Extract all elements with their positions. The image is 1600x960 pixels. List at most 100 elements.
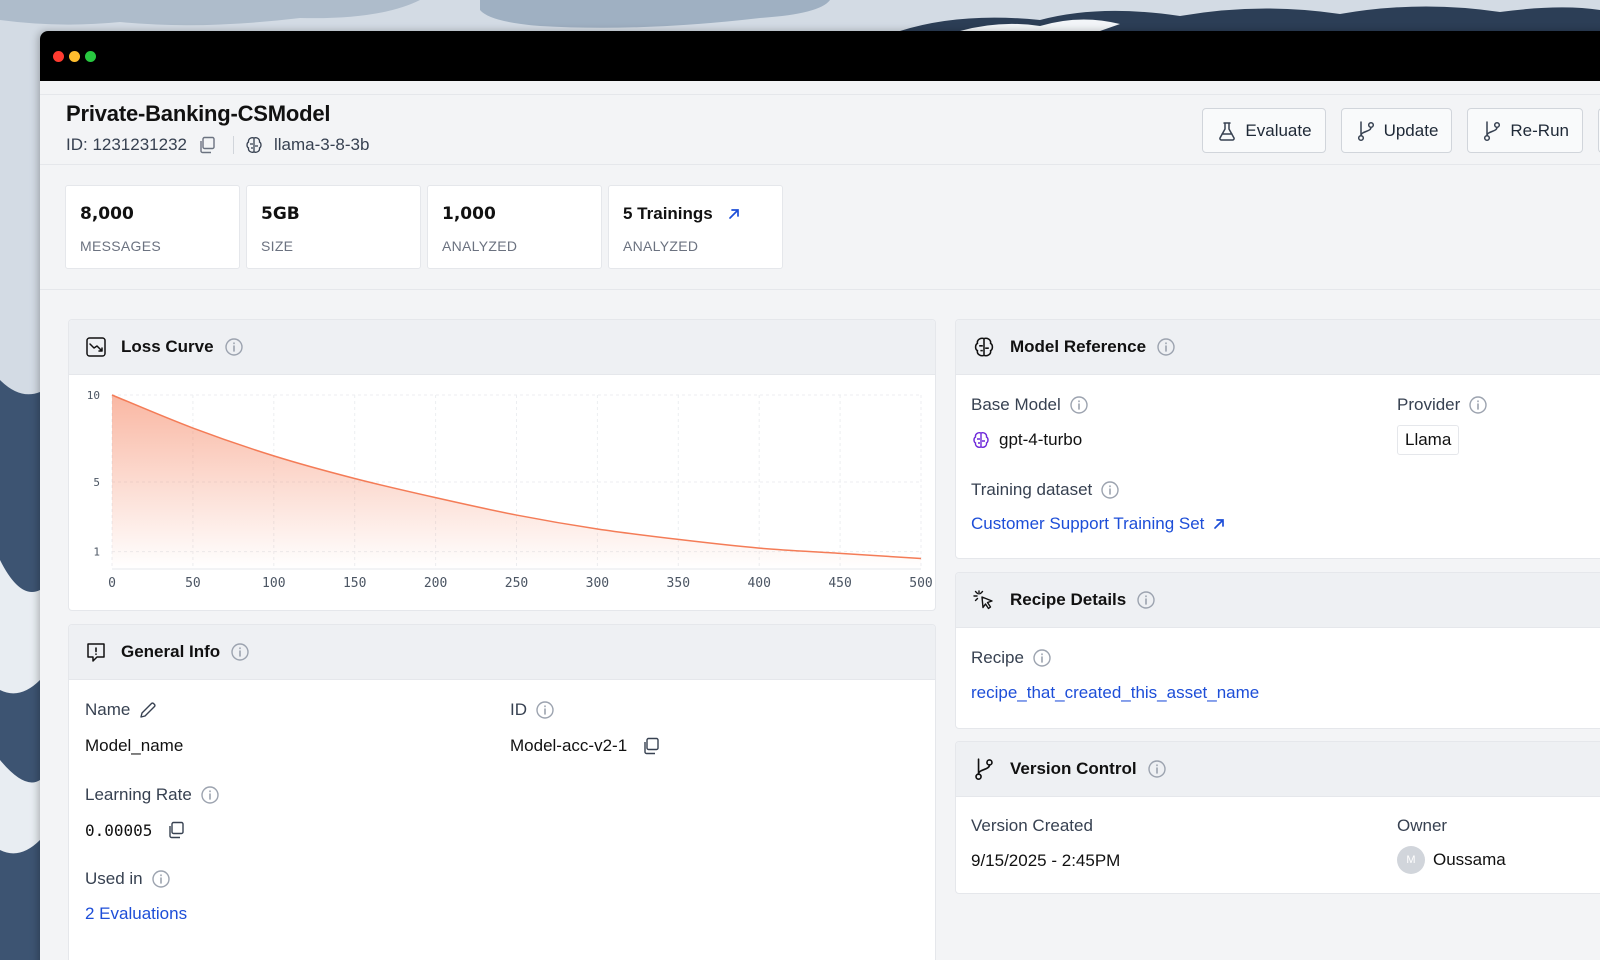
base-model-label-text: Base Model <box>971 395 1061 414</box>
recipe-details-card: Recipe Details Recipe recipe_that_create… <box>955 572 1600 729</box>
learning-rate-label: Learning Rate <box>85 785 220 805</box>
stat-value: 1,000 <box>442 204 496 224</box>
stat-card: 8,000 MESSAGES <box>65 185 240 269</box>
recipe-label: Recipe <box>971 648 1052 668</box>
y-axis-ticks: 10 5 1 <box>87 389 100 559</box>
recipe-link[interactable]: recipe_that_created_this_asset_name <box>971 683 1259 703</box>
info-icon[interactable] <box>535 700 555 720</box>
recipe-details-header: Recipe Details <box>956 573 1600 628</box>
page-header: Private-Banking-CSModel ID: 1231231232 l… <box>40 95 1600 165</box>
owner-label: Owner <box>1397 816 1448 835</box>
recipe-label-text: Recipe <box>971 648 1024 667</box>
stat-label: MESSAGES <box>80 238 161 254</box>
evaluate-button[interactable]: Evaluate <box>1202 108 1326 153</box>
info-icon[interactable] <box>1032 648 1052 668</box>
brain-icon <box>974 337 994 357</box>
copy-icon[interactable] <box>197 135 217 155</box>
owner-row: M Oussama <box>1397 846 1506 874</box>
page-title: Private-Banking-CSModel <box>66 101 331 126</box>
external-link-icon[interactable] <box>727 207 741 221</box>
info-icon[interactable] <box>230 642 250 662</box>
git-branch-icon <box>975 758 993 780</box>
maximize-window-button[interactable] <box>85 51 96 62</box>
info-icon[interactable] <box>1147 759 1167 779</box>
version-created-value: 9/15/2025 - 2:45PM <box>971 851 1121 870</box>
training-dataset-label-text: Training dataset <box>971 480 1093 499</box>
id-label-text: ID <box>510 700 527 719</box>
y-tick-label: 10 <box>87 389 100 402</box>
base-model-value: gpt-4-turbo <box>999 430 1083 449</box>
x-tick-label: 200 <box>424 576 447 591</box>
meta-divider <box>233 136 234 154</box>
info-icon[interactable] <box>151 869 171 889</box>
info-icon[interactable] <box>1136 590 1156 610</box>
header-actions: Evaluate Update Re-Run <box>1202 108 1600 153</box>
stat-label: ANALYZED <box>623 238 699 254</box>
general-info-header: General Info <box>69 625 935 680</box>
general-info-card: General Info Name Model_name ID Model-ac… <box>68 624 936 960</box>
learning-rate-value: 0.00005 <box>85 820 153 840</box>
x-tick-label: 50 <box>185 576 201 591</box>
x-tick-label: 400 <box>747 576 770 591</box>
y-tick-label: 1 <box>93 546 100 559</box>
version-control-card: Version Control Version Created 9/15/202… <box>955 741 1600 894</box>
copy-icon[interactable] <box>166 820 186 840</box>
info-icon[interactable] <box>200 785 220 805</box>
owner-name: Oussama <box>1433 850 1506 869</box>
info-icon[interactable] <box>1156 337 1176 357</box>
chart-icon <box>86 337 106 357</box>
stat-card: 1,000 ANALYZED <box>427 185 602 269</box>
trainings-count: 5 Trainings <box>623 204 713 223</box>
provider-label: Provider <box>1397 395 1488 415</box>
used-in-label: Used in <box>85 869 171 889</box>
close-window-button[interactable] <box>53 51 64 62</box>
update-label: Update <box>1383 120 1439 140</box>
info-icon[interactable] <box>1069 395 1089 415</box>
training-dataset-value: Customer Support Training Set <box>971 514 1205 533</box>
id-value-row: Model-acc-v2-1 <box>510 736 661 756</box>
model-reference-header: Model Reference <box>956 320 1600 375</box>
brain-icon <box>246 137 262 153</box>
evaluations-link[interactable]: 2 Evaluations <box>85 904 187 924</box>
base-model-row: gpt-4-turbo <box>971 430 1082 450</box>
main-content: Private-Banking-CSModel ID: 1231231232 l… <box>40 81 1600 960</box>
provider-label-text: Provider <box>1397 395 1461 414</box>
git-branch-icon <box>1484 120 1501 141</box>
general-info-title: General Info <box>121 642 221 661</box>
stat-card-trainings[interactable]: 5 Trainings ANALYZED <box>608 185 783 269</box>
version-created-label: Version Created <box>971 816 1093 835</box>
info-icon[interactable] <box>1468 395 1488 415</box>
name-value: Model_name <box>85 736 184 755</box>
x-axis-ticks: 0 50 100 150 200 250 300 350 400 450 500 <box>108 576 933 591</box>
id-label: ID <box>510 700 555 720</box>
used-in-label-text: Used in <box>85 869 143 888</box>
rerun-label: Re-Run <box>1510 120 1569 140</box>
loss-curve-chart: 10 5 1 0 50 100 150 200 250 300 350 400 450 500 <box>87 389 933 591</box>
stat-value: 5 Trainings <box>623 204 768 224</box>
model-reference-title: Model Reference <box>1010 337 1147 356</box>
stat-value: 8,000 <box>80 204 134 224</box>
cursor-click-icon <box>973 590 993 610</box>
name-label: Name <box>85 700 158 720</box>
brain-icon <box>973 432 989 448</box>
learning-rate-label-text: Learning Rate <box>85 785 192 804</box>
avatar: M <box>1397 846 1425 874</box>
info-icon[interactable] <box>1100 480 1120 500</box>
update-button[interactable]: Update <box>1340 108 1453 153</box>
training-dataset-link[interactable]: Customer Support Training Set <box>971 514 1226 534</box>
stat-label: ANALYZED <box>442 238 518 254</box>
x-tick-label: 0 <box>108 576 116 591</box>
flask-icon <box>1219 121 1236 141</box>
window-titlebar <box>40 31 1600 81</box>
loss-curve-title: Loss Curve <box>121 337 214 356</box>
app-window: Private-Banking-CSModel ID: 1231231232 l… <box>40 31 1600 960</box>
info-icon[interactable] <box>224 337 244 357</box>
rerun-button[interactable]: Re-Run <box>1467 108 1583 153</box>
minimize-window-button[interactable] <box>69 51 80 62</box>
copy-icon[interactable] <box>641 736 661 756</box>
x-tick-label: 300 <box>586 576 609 591</box>
y-tick-label: 5 <box>93 476 100 489</box>
id-value: Model-acc-v2-1 <box>510 736 628 755</box>
pencil-icon[interactable] <box>138 700 158 720</box>
x-tick-label: 150 <box>343 576 366 591</box>
